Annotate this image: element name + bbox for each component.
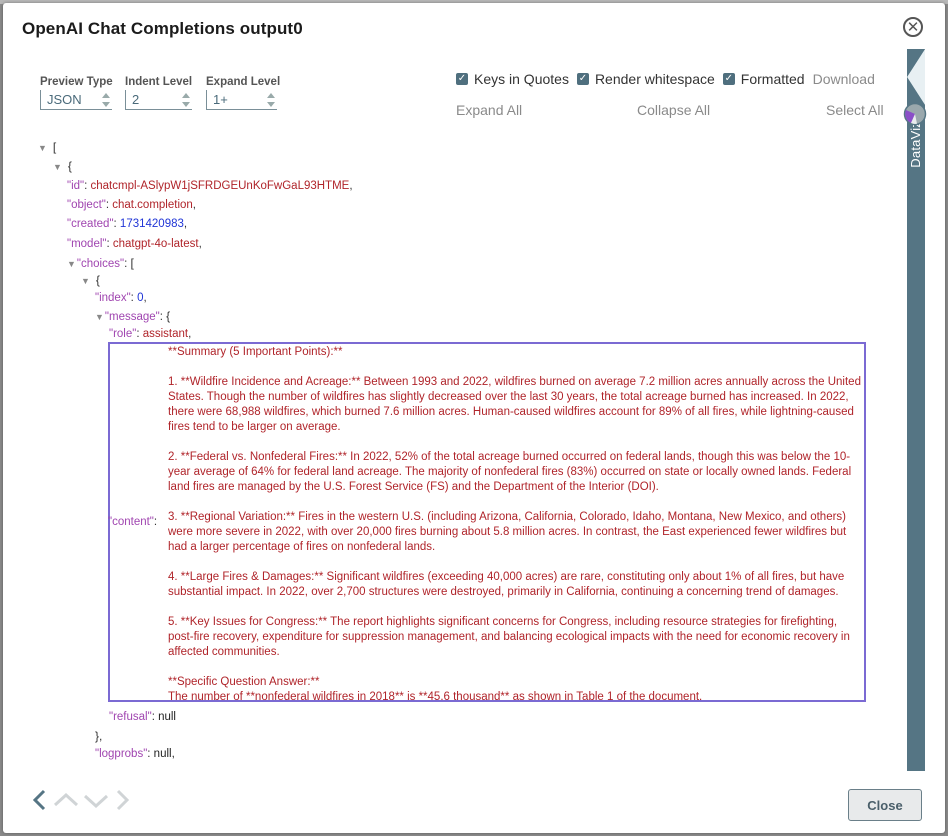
brace: { <box>166 309 171 323</box>
formatted-checkbox[interactable]: ✓ Formatted <box>722 71 805 87</box>
tree-row-created[interactable]: "created": 1731420983, <box>67 217 187 231</box>
chevron-up-icon[interactable] <box>51 788 81 812</box>
value-content[interactable]: **Summary (5 Important Points):** 1. **W… <box>168 345 863 705</box>
preview-type-select[interactable]: JSON <box>40 90 112 110</box>
brace: }, <box>95 729 103 743</box>
brace: { <box>67 159 72 173</box>
dialog-title: OpenAI Chat Completions output0 <box>22 19 303 38</box>
select-all-link[interactable]: Select All <box>826 102 884 118</box>
brace: { <box>95 273 100 287</box>
value-refusal: null <box>158 711 176 723</box>
preview-dialog: OpenAI Chat Completions output0 ✕ Previe… <box>3 3 945 833</box>
checkbox-checked-icon: ✓ <box>576 73 589 85</box>
tree-root-row: ▼[ <box>38 140 56 155</box>
key-index: "index" <box>95 292 131 304</box>
expand-level-value: 1+ <box>213 92 228 107</box>
key-role: "role" <box>109 328 137 340</box>
options-bar: ✓ Keys in Quotes ✓ Render whitespace ✓ F… <box>456 71 875 87</box>
expand-level-select[interactable]: 1+ <box>206 90 277 110</box>
tree-row-logprobs[interactable]: "logprobs": null, <box>95 747 175 761</box>
indent-level-select[interactable]: 2 <box>125 90 192 110</box>
tree-row-index[interactable]: "index": 0, <box>95 291 147 305</box>
preview-type-control: Preview Type JSON <box>40 76 113 110</box>
key-object: "object" <box>67 199 106 211</box>
tree-row-model[interactable]: "model": chatgpt-4o-latest, <box>67 237 202 251</box>
pie-chart-icon[interactable] <box>903 102 927 126</box>
tree-choice-object-row: ▼{ <box>81 273 100 288</box>
close-button[interactable]: Close <box>848 789 922 821</box>
tree-row-object[interactable]: "object": chat.completion, <box>67 198 196 212</box>
expand-toggle-icon[interactable]: ▼ <box>53 162 62 172</box>
expand-level-control: Expand Level 1+ <box>206 76 280 110</box>
tree-row-role[interactable]: "role": assistant, <box>109 327 191 341</box>
key-refusal: "refusal" <box>109 711 152 723</box>
render-whitespace-label: Render whitespace <box>594 71 715 87</box>
expand-toggle-icon[interactable]: ▼ <box>95 312 104 322</box>
preview-type-label: Preview Type <box>40 76 113 88</box>
render-whitespace-checkbox[interactable]: ✓ Render whitespace <box>576 71 715 87</box>
bracket: [ <box>130 256 134 270</box>
key-message: "message" <box>104 311 160 323</box>
value-model: chatgpt-4o-latest <box>112 238 199 250</box>
value-created: 1731420983 <box>119 218 184 230</box>
value-logprobs: null, <box>153 748 175 760</box>
expand-toggle-icon[interactable]: ▼ <box>67 259 76 269</box>
expand-level-label: Expand Level <box>206 76 281 88</box>
value-role: assistant <box>142 328 189 340</box>
spinner-icon <box>267 93 275 107</box>
tree-row-choices[interactable]: ▼"choices": [ <box>67 256 134 271</box>
chevron-left-icon[interactable] <box>29 788 51 812</box>
chevron-right-icon[interactable] <box>111 788 133 812</box>
indent-level-control: Indent Level 2 <box>125 76 192 110</box>
indent-level-label: Indent Level <box>125 76 193 88</box>
value-object: chat.completion <box>112 199 193 211</box>
collapse-all-link[interactable]: Collapse All <box>637 102 710 118</box>
chevron-down-icon[interactable] <box>81 788 111 812</box>
bracket: [ <box>52 140 57 154</box>
tree-object-row: ▼{ <box>53 159 72 174</box>
formatted-label: Formatted <box>740 71 805 87</box>
spinner-icon <box>102 93 110 107</box>
expand-all-link[interactable]: Expand All <box>456 102 522 118</box>
key-content: "content" <box>108 516 154 528</box>
tree-row-content-key: "content": <box>108 516 158 528</box>
tree-row-message[interactable]: ▼"message": { <box>95 309 170 324</box>
checkbox-checked-icon: ✓ <box>456 73 468 85</box>
value-id: chatcmpl-ASlypW1jSFRDGEUnKoFwGaL93HTME <box>90 180 350 192</box>
expand-toggle-icon[interactable]: ▼ <box>38 143 47 153</box>
key-created: "created" <box>67 218 114 230</box>
collapse-panel-arrow-icon[interactable] <box>907 49 925 105</box>
key-model: "model" <box>67 238 107 250</box>
checkbox-checked-icon: ✓ <box>722 73 735 85</box>
expand-toggle-icon[interactable]: ▼ <box>81 276 90 286</box>
keys-in-quotes-checkbox[interactable]: ✓ Keys in Quotes <box>456 71 569 87</box>
tree-row-message-close: }, <box>95 729 102 744</box>
indent-level-value: 2 <box>132 92 140 107</box>
download-link[interactable]: Download <box>813 71 875 87</box>
key-choices: "choices" <box>76 258 125 270</box>
dataviz-label: DataViz <box>908 121 923 168</box>
key-id: "id" <box>67 180 85 192</box>
spinner-icon <box>182 93 190 107</box>
close-circle-icon[interactable]: ✕ <box>903 17 923 37</box>
preview-type-value: JSON <box>47 92 82 107</box>
key-logprobs: "logprobs" <box>95 748 148 760</box>
keys-in-quotes-label: Keys in Quotes <box>474 71 569 87</box>
footer-nav <box>29 788 133 812</box>
tree-row-id[interactable]: "id": chatcmpl-ASlypW1jSFRDGEUnKoFwGaL93… <box>67 179 353 193</box>
tree-row-refusal[interactable]: "refusal": null <box>109 710 176 724</box>
dataviz-panel[interactable]: DataViz <box>907 49 925 771</box>
